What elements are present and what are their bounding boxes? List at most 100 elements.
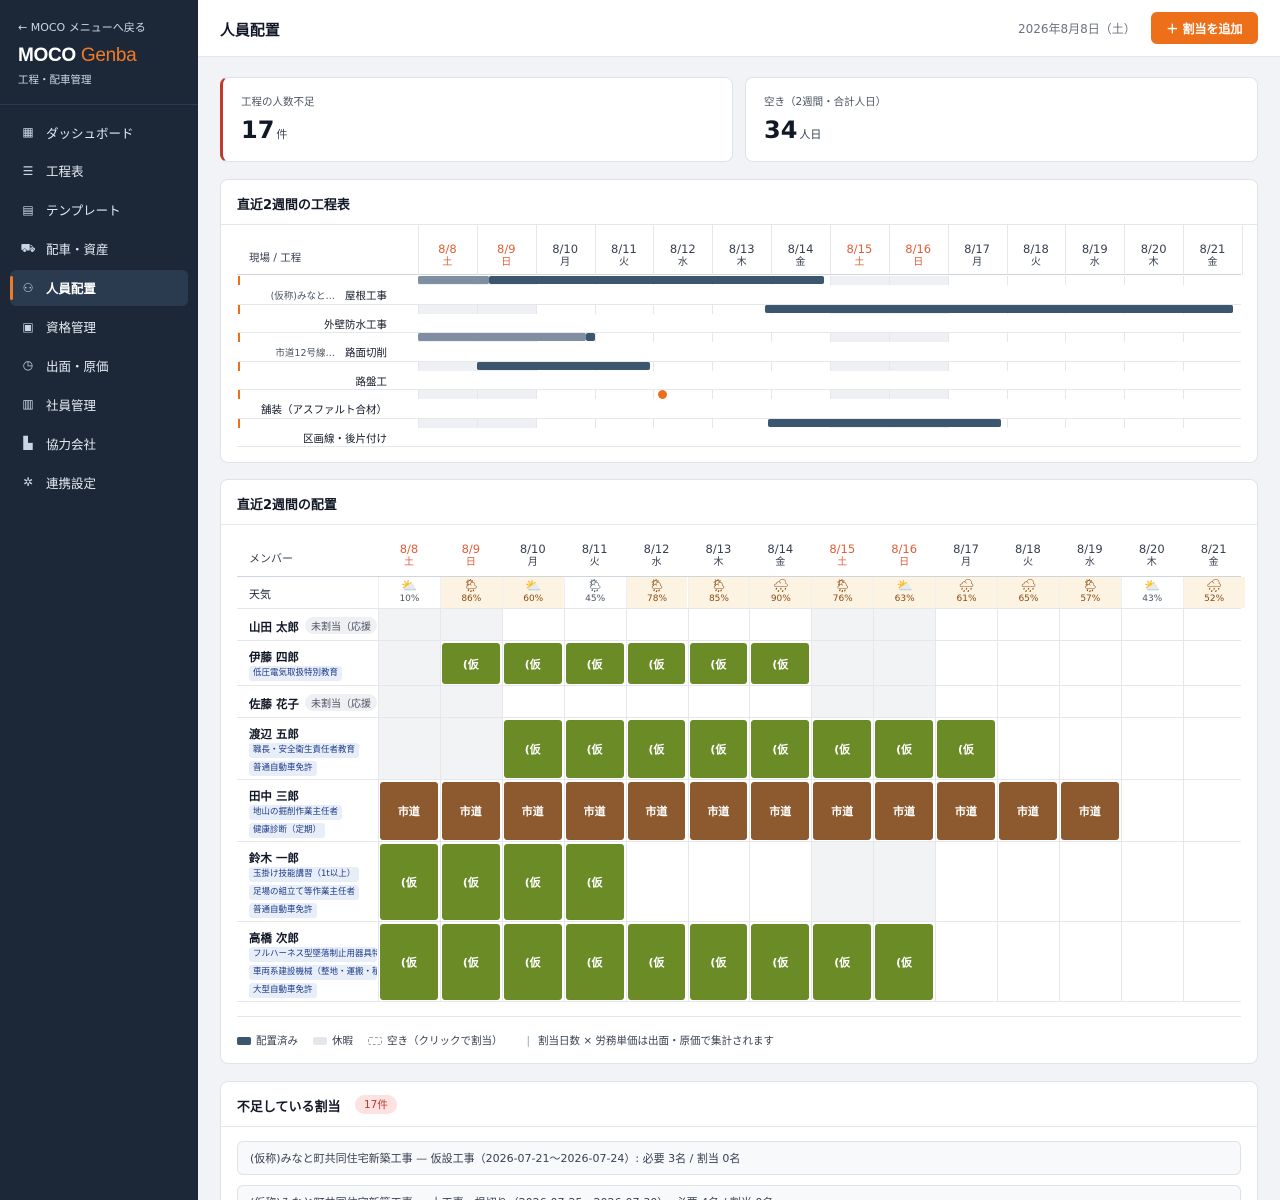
gantt-bar[interactable]	[488, 276, 825, 284]
assignment-cell[interactable]: (仮	[689, 720, 748, 778]
day-cell[interactable]	[1058, 922, 1121, 1002]
assignment-cell[interactable]: (仮	[503, 643, 562, 684]
sidebar-item[interactable]: ▤ テンプレート	[10, 192, 188, 228]
assignment-cell[interactable]: (仮	[813, 924, 872, 1000]
assignment-cell[interactable]: (仮	[627, 924, 686, 1000]
assignment-cell[interactable]: (仮	[689, 643, 748, 684]
assignment-cell[interactable]: (仮	[380, 844, 438, 920]
day-cell[interactable]	[811, 686, 874, 718]
sidebar-item[interactable]: ▥ 社員管理	[10, 386, 188, 422]
sidebar-item[interactable]: ✲ 連携設定	[10, 464, 188, 500]
assignment-cell[interactable]: (仮	[441, 643, 500, 684]
day-cell[interactable]	[1058, 718, 1121, 780]
assignment-cell[interactable]: 市道	[689, 782, 748, 840]
day-cell[interactable]	[1120, 609, 1183, 641]
day-cell[interactable]	[687, 842, 750, 922]
day-cell[interactable]	[439, 686, 502, 718]
assignment-cell[interactable]: (仮	[689, 924, 748, 1000]
day-cell[interactable]	[997, 922, 1059, 1002]
day-cell[interactable]	[1182, 718, 1245, 780]
assignment-cell[interactable]: (仮	[875, 924, 934, 1000]
shortage-item[interactable]: (仮称)みなと町共同住宅新築工事 — 仮設工事（2026-07-21〜2026-…	[237, 1141, 1241, 1175]
assignment-cell[interactable]: 市道	[565, 782, 624, 840]
sidebar-item[interactable]: ⚇ 人員配置	[10, 269, 188, 306]
back-to-menu-link[interactable]: ← MOCO メニューへ戻る	[18, 19, 146, 35]
day-cell[interactable]	[625, 609, 688, 641]
assignment-cell[interactable]: (仮	[441, 844, 500, 920]
assignment-cell[interactable]: (仮	[627, 643, 686, 684]
day-cell[interactable]	[625, 842, 688, 922]
assignment-cell[interactable]: (仮	[751, 643, 810, 684]
day-cell[interactable]	[749, 686, 812, 718]
day-cell[interactable]	[439, 609, 502, 641]
day-cell[interactable]	[1182, 609, 1245, 641]
day-cell[interactable]	[997, 641, 1059, 686]
assignment-cell[interactable]: 市道	[875, 782, 934, 840]
day-cell[interactable]	[749, 609, 812, 641]
assignment-cell[interactable]: (仮	[751, 720, 810, 778]
day-cell[interactable]	[1058, 842, 1121, 922]
add-assignment-button[interactable]: ＋ 割当を追加	[1151, 12, 1258, 44]
day-cell[interactable]	[1058, 609, 1121, 641]
day-cell[interactable]	[1058, 686, 1121, 718]
gantt-bar[interactable]	[418, 333, 586, 341]
assignment-cell[interactable]: (仮	[565, 720, 624, 778]
assignment-cell[interactable]: (仮	[565, 643, 624, 684]
gantt-bar[interactable]	[476, 361, 651, 370]
gantt-bar[interactable]	[585, 333, 595, 341]
day-cell[interactable]	[563, 609, 626, 641]
day-cell[interactable]	[1182, 686, 1245, 718]
day-cell[interactable]	[378, 686, 440, 718]
day-cell[interactable]	[501, 686, 564, 718]
day-cell[interactable]	[687, 686, 750, 718]
day-cell[interactable]	[935, 922, 997, 1002]
assignment-cell[interactable]: (仮	[813, 720, 872, 778]
sidebar-item[interactable]: ☰ 工程表	[10, 153, 188, 189]
assignment-cell[interactable]: 市道	[441, 782, 500, 840]
day-cell[interactable]	[1182, 922, 1245, 1002]
day-cell[interactable]	[873, 842, 936, 922]
day-cell[interactable]	[935, 641, 997, 686]
day-cell[interactable]	[873, 641, 936, 686]
assignment-cell[interactable]: 市道	[1060, 782, 1119, 840]
day-cell[interactable]	[935, 842, 997, 922]
day-cell[interactable]	[1120, 842, 1183, 922]
day-cell[interactable]	[1182, 842, 1245, 922]
day-cell[interactable]	[997, 842, 1059, 922]
assignment-cell[interactable]: (仮	[751, 924, 810, 1000]
day-cell[interactable]	[811, 641, 874, 686]
day-cell[interactable]	[1120, 922, 1183, 1002]
day-cell[interactable]	[439, 718, 502, 780]
assignment-cell[interactable]: 市道	[751, 782, 810, 840]
day-cell[interactable]	[873, 686, 936, 718]
assignment-cell[interactable]: (仮	[875, 720, 934, 778]
day-cell[interactable]	[811, 842, 874, 922]
day-cell[interactable]	[378, 718, 440, 780]
day-cell[interactable]	[501, 609, 564, 641]
gantt-bar[interactable]	[418, 276, 489, 284]
day-cell[interactable]	[811, 609, 874, 641]
day-cell[interactable]	[1120, 641, 1183, 686]
assignment-cell[interactable]: 市道	[813, 782, 872, 840]
gantt-bar[interactable]	[768, 418, 1001, 427]
assignment-cell[interactable]: (仮	[503, 924, 562, 1000]
day-cell[interactable]	[563, 686, 626, 718]
day-cell[interactable]	[1182, 641, 1245, 686]
day-cell[interactable]	[625, 686, 688, 718]
sidebar-item[interactable]: ▣ 資格管理	[10, 309, 188, 345]
assignment-cell[interactable]: (仮	[627, 720, 686, 778]
day-cell[interactable]	[378, 609, 440, 641]
day-cell[interactable]	[1120, 718, 1183, 780]
assignment-cell[interactable]: 市道	[999, 782, 1057, 840]
assignment-cell[interactable]: (仮	[565, 844, 624, 920]
assignment-cell[interactable]: (仮	[503, 720, 562, 778]
day-cell[interactable]	[1058, 641, 1121, 686]
day-cell[interactable]	[935, 686, 997, 718]
assignment-cell[interactable]: 市道	[380, 782, 438, 840]
gantt-bar[interactable]	[765, 304, 1234, 313]
shortage-item[interactable]: (仮称)みなと町共同住宅新築工事 — 土工事・根切り（2026-07-25〜20…	[237, 1185, 1241, 1200]
day-cell[interactable]	[997, 686, 1059, 718]
day-cell[interactable]	[1182, 780, 1245, 842]
day-cell[interactable]	[749, 842, 812, 922]
assignment-cell[interactable]: (仮	[503, 844, 562, 920]
